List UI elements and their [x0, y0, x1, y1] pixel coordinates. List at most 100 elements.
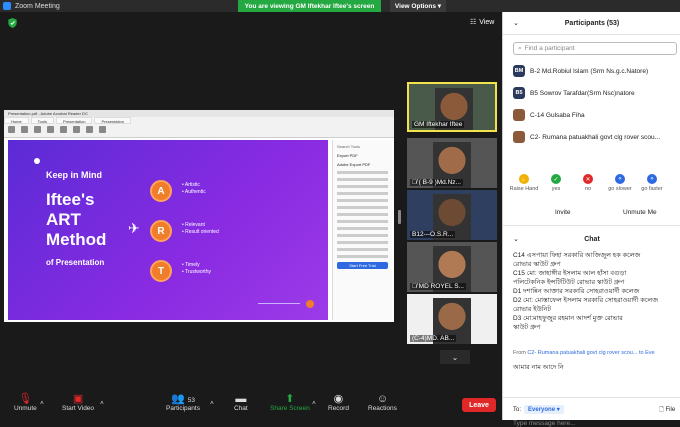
participants-title: Participants (53)	[564, 19, 620, 27]
chat-title: Chat	[584, 235, 600, 243]
unmute-label: Unmute	[14, 405, 37, 412]
r-bullet-1: • Relevant	[182, 222, 205, 228]
from-name[interactable]: C2- Rumana patuakhali govt clg rover sco…	[527, 350, 637, 356]
chat-line: D1 দশান্নিন আক্তার সরকারি সোহরাওয়ার্দী …	[513, 288, 640, 295]
pdf-search-tools: Search Tools	[337, 144, 361, 149]
split-resize-handle[interactable]	[398, 210, 401, 224]
reactions-button[interactable]: ☺ Reactions	[368, 393, 397, 412]
security-shield-icon[interactable]	[8, 18, 17, 28]
participant-name: B-2 Md.Robiul Islam (Srm Ns.g.c.Natore)	[530, 67, 649, 75]
gallery-scroll-down-button[interactable]: ⌄	[440, 350, 470, 364]
file-button[interactable]: 🗋 File	[659, 405, 675, 415]
reaction-button[interactable]: ✓ yes	[539, 174, 573, 192]
share-screen-label: Share Screen	[270, 405, 310, 412]
reaction-icon: ✕	[583, 174, 593, 184]
share-screen-button[interactable]: ⬆ Share Screen	[270, 393, 310, 412]
chat-button[interactable]: ▬ Chat	[234, 393, 248, 412]
unmute-me-button[interactable]: Unmute Me	[615, 205, 665, 219]
unmute-button[interactable]: 🎙 Unmute	[14, 393, 37, 412]
leave-button[interactable]: Leave	[462, 398, 496, 412]
muted-mic-icon: 🎙	[18, 393, 33, 405]
divider	[503, 34, 680, 35]
participant-row[interactable]: C-14 Gulsaba Fiha	[513, 108, 677, 122]
smile-icon: ☺	[376, 393, 389, 405]
reaction-button[interactable]: ✕ no	[571, 174, 605, 192]
a-bullet-2: • Authentic	[182, 189, 206, 195]
chat-line: রোভার ইউনিট	[513, 306, 551, 313]
share-caret[interactable]: ˄	[312, 400, 316, 407]
video-tile[interactable]: 🎙̸ ( B-9 )Md.Nz...	[407, 138, 497, 188]
video-tile-name: GM Iftekhar Iftee	[412, 121, 465, 128]
a-bullet-1: • Artistic	[182, 182, 200, 188]
view-options-label: View Options	[394, 2, 436, 10]
recipient-select[interactable]: Everyone ▾	[524, 405, 564, 414]
reaction-button[interactable]: ✋ Raise Hand	[507, 174, 541, 192]
file-label: File	[665, 407, 676, 413]
avatar: BM	[513, 65, 525, 77]
chevron-down-icon-participants[interactable]: ⌄	[513, 19, 519, 27]
view-options-button[interactable]: View Options ▾	[390, 0, 446, 12]
slide-title-line3: Method	[46, 230, 107, 249]
video-tile[interactable]: (C-4)MD. AB...	[407, 294, 497, 344]
slide-orange-dot	[306, 300, 314, 308]
video-tile[interactable]: GM Iftekhar Iftee	[407, 82, 497, 132]
video-tile[interactable]: B12---O.S.R...	[407, 190, 497, 240]
view-button[interactable]: ☷ View	[470, 18, 495, 27]
caret-up-icon: ˄	[40, 400, 44, 407]
record-label: Record	[328, 405, 349, 412]
record-button[interactable]: ◉ Record	[328, 393, 349, 412]
view-button-label: View	[479, 18, 495, 26]
chat-line: D2 মো: মোস্তাফেল ইসলাম সরকারি সোহরাওয়ার…	[513, 297, 659, 304]
reaction-button[interactable]: » go faster	[635, 174, 669, 192]
pdf-tabs: Home Tools Presentation Presentation	[4, 117, 131, 124]
invite-button[interactable]: Invite	[547, 205, 579, 219]
avatar	[513, 109, 525, 121]
chat-header: ⌄ Chat	[503, 228, 680, 250]
chat-last-message: আমার নাম আদে নি	[513, 364, 564, 371]
right-side-panel: ⌄ Participants (53) ⌕ Find a participant…	[502, 12, 680, 427]
zoom-logo-icon	[3, 2, 11, 10]
reaction-icon: »	[647, 174, 657, 184]
chat-message-input[interactable]: Type message here...	[513, 420, 576, 427]
video-tile-name: 🎙̸ ( B-9 )Md.Nz...	[410, 179, 463, 186]
start-video-label: Start Video	[62, 405, 95, 412]
pdf-side-panel: Search Tools Export PDF Adobe Export PDF…	[332, 140, 392, 320]
pdf-window-title: Presentation.pdf - Adobe Acrobat Reader …	[4, 110, 394, 117]
participants-caret[interactable]: ˄	[210, 400, 214, 407]
video-tile-name: (C-4)MD. AB...	[410, 335, 457, 342]
pdf-tool-icons	[8, 126, 106, 133]
chat-recipient-row: To: Everyone ▾	[513, 405, 564, 414]
participant-row[interactable]: B5 B5 Sowrov Tarafdar(Srm Nsc)natore	[513, 86, 677, 100]
viewing-screen-banner: You are viewing GM Iftekhar Iftee's scre…	[238, 0, 381, 12]
divider-3	[503, 397, 680, 398]
from-to: to Eve	[638, 350, 655, 356]
audio-options-caret[interactable]: ˄	[40, 400, 44, 407]
slide-title-line1: Iftee's	[46, 190, 95, 209]
chat-messages: C14 এসপায়া ফিহা সরকারি আজিজুল হক কলেজ রো…	[513, 251, 679, 332]
pdf-adobe-export: Adobe Export PDF	[337, 162, 371, 167]
participants-button[interactable]: 👥 53 Participants	[166, 393, 200, 412]
divider-2	[503, 225, 680, 226]
file-icon: 🗋	[659, 407, 664, 413]
slide-dot-icon	[34, 158, 40, 164]
video-tile[interactable]: 🎙̸ MD ROYEL S...	[407, 242, 497, 292]
reaction-label: go slower	[608, 186, 632, 192]
t-bullets: • Timely • Trustworthy	[182, 262, 211, 276]
start-video-button[interactable]: ▣ Start Video	[62, 393, 94, 412]
recipient-value: Everyone	[528, 407, 556, 413]
slide-subtitle: of Presentation	[46, 258, 105, 267]
video-options-caret[interactable]: ˄	[100, 400, 104, 407]
pdf-export-label: Export PDF	[337, 153, 358, 158]
reaction-button[interactable]: « go slower	[603, 174, 637, 192]
chat-line: D3 মো:মাহফুজুর রহমান আদর্শ মুক্ত রোভার	[513, 315, 623, 322]
chevron-down-icon-chat[interactable]: ⌄	[513, 235, 519, 243]
chat-icon: ▬	[235, 393, 247, 405]
caret-up-icon-3: ˄	[210, 400, 214, 407]
video-tile-name: 🎙̸ MD ROYEL S...	[410, 283, 466, 290]
participant-row[interactable]: BM B-2 Md.Robiul Islam (Srm Ns.g.c.Natore…	[513, 64, 677, 78]
participant-row[interactable]: C2- Rumana patuakhali govt clg rover sco…	[513, 130, 677, 144]
reaction-label: go faster	[641, 186, 663, 192]
letter-t-circle: T	[150, 260, 172, 282]
a-bullets: • Artistic • Authentic	[182, 182, 206, 196]
find-participant-input[interactable]: ⌕ Find a participant	[513, 42, 677, 55]
